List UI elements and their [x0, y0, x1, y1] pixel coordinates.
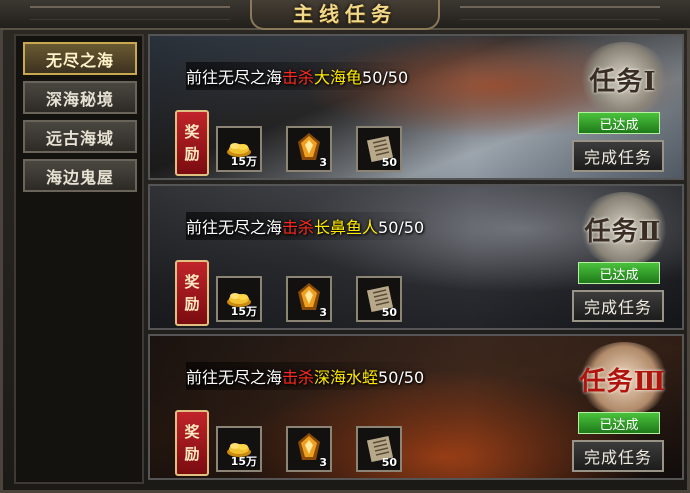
tab-seaside-haunted-house[interactable]: 海边鬼屋 [23, 159, 137, 192]
button-label: 完成任务 [583, 298, 652, 317]
reward-item-gold[interactable]: 15万 [216, 426, 262, 472]
quest-medal: 任务Ⅲ [568, 342, 678, 416]
reward-badge: 奖 励 [175, 260, 209, 326]
orange-gem-icon [298, 433, 320, 460]
reward-item-gem[interactable]: 3 [286, 426, 332, 472]
item-quantity: 3 [319, 456, 327, 469]
reward-item-scroll[interactable]: 50 [356, 426, 402, 472]
quest-action: 击杀 [282, 368, 315, 387]
region-sidebar: 无尽之海 深海秘境 远古海域 海边鬼屋 [14, 34, 144, 484]
quest-number: 任务Ⅱ [584, 216, 662, 247]
reward-item-scroll[interactable]: 50 [356, 276, 402, 322]
quest-progress: 50/50 [362, 68, 409, 87]
item-quantity: 3 [319, 156, 327, 169]
quest-location: 前往无尽之海 [186, 218, 283, 237]
quest-action: 击杀 [282, 68, 315, 87]
reward-badge: 奖 励 [175, 410, 209, 476]
quest-number: 任务Ⅰ [589, 66, 657, 97]
tab-label: 无尽之海 [45, 50, 114, 70]
reward-badge: 奖 励 [175, 110, 209, 176]
tab-endless-sea[interactable]: 无尽之海 [23, 42, 137, 75]
status-badge: 已达成 [578, 112, 660, 134]
complete-quest-button[interactable]: 完成任务 [572, 290, 664, 322]
quest-target: 大海龟 [314, 68, 363, 87]
item-quantity: 15万 [230, 455, 257, 468]
title-plate: 主线任务 [250, 0, 440, 30]
complete-quest-button[interactable]: 完成任务 [572, 140, 664, 172]
quest-number: 任务Ⅲ [579, 366, 667, 397]
reward-label-bottom: 励 [184, 145, 200, 163]
orange-gem-icon [298, 133, 320, 160]
reward-label-bottom: 励 [184, 295, 200, 313]
reward-item-gem[interactable]: 3 [286, 126, 332, 172]
item-quantity: 3 [319, 306, 327, 319]
tab-label: 远古海域 [45, 128, 114, 148]
reward-item-gold[interactable]: 15万 [216, 276, 262, 322]
quest-location: 前往无尽之海 [186, 368, 283, 387]
item-quantity: 50 [381, 156, 397, 169]
item-quantity: 15万 [230, 305, 257, 318]
reward-label-bottom: 励 [184, 445, 200, 463]
reward-label-top: 奖 [184, 273, 200, 291]
tab-ancient-waters[interactable]: 远古海域 [23, 120, 137, 153]
tab-label: 海边鬼屋 [45, 167, 114, 187]
title-ornament-right [460, 6, 660, 20]
reward-label-top: 奖 [184, 123, 200, 141]
quest-row: 前往无尽之海击杀大海龟50/50 奖 励 15万 3 50 任务Ⅰ 已达成 完成… [148, 34, 684, 180]
tab-label: 深海秘境 [45, 89, 114, 109]
reward-item-gem[interactable]: 3 [286, 276, 332, 322]
window-title: 主线任务 [293, 1, 397, 26]
orange-gem-icon [298, 283, 320, 310]
tab-deep-sea-realm[interactable]: 深海秘境 [23, 81, 137, 114]
item-quantity: 15万 [230, 155, 257, 168]
quest-row: 前往无尽之海击杀深海水蛭50/50 奖 励 15万 3 50 任务Ⅲ 已达成 完… [148, 334, 684, 480]
quest-location: 前往无尽之海 [186, 68, 283, 87]
title-ornament-left [30, 6, 230, 20]
complete-quest-button[interactable]: 完成任务 [572, 440, 664, 472]
title-bar: 主线任务 [0, 0, 690, 30]
button-label: 完成任务 [583, 448, 652, 467]
quest-medal: 任务Ⅰ [568, 42, 678, 116]
status-badge: 已达成 [578, 412, 660, 434]
item-quantity: 50 [381, 306, 397, 319]
quest-progress: 50/50 [378, 218, 425, 237]
button-label: 完成任务 [583, 148, 652, 167]
quest-list: 前往无尽之海击杀大海龟50/50 奖 励 15万 3 50 任务Ⅰ 已达成 完成… [148, 34, 684, 486]
reward-item-scroll[interactable]: 50 [356, 126, 402, 172]
item-quantity: 50 [381, 456, 397, 469]
status-badge: 已达成 [578, 262, 660, 284]
quest-progress: 50/50 [378, 368, 425, 387]
quest-target: 深海水蛭 [314, 368, 379, 387]
quest-description: 前往无尽之海击杀长鼻鱼人50/50 [186, 212, 433, 240]
quest-description: 前往无尽之海击杀大海龟50/50 [186, 62, 417, 90]
quest-target: 长鼻鱼人 [314, 218, 379, 237]
reward-item-gold[interactable]: 15万 [216, 126, 262, 172]
quest-action: 击杀 [282, 218, 315, 237]
quest-medal: 任务Ⅱ [568, 192, 678, 266]
quest-description: 前往无尽之海击杀深海水蛭50/50 [186, 362, 433, 390]
reward-label-top: 奖 [184, 423, 200, 441]
quest-row: 前往无尽之海击杀长鼻鱼人50/50 奖 励 15万 3 50 任务Ⅱ 已达成 完… [148, 184, 684, 330]
